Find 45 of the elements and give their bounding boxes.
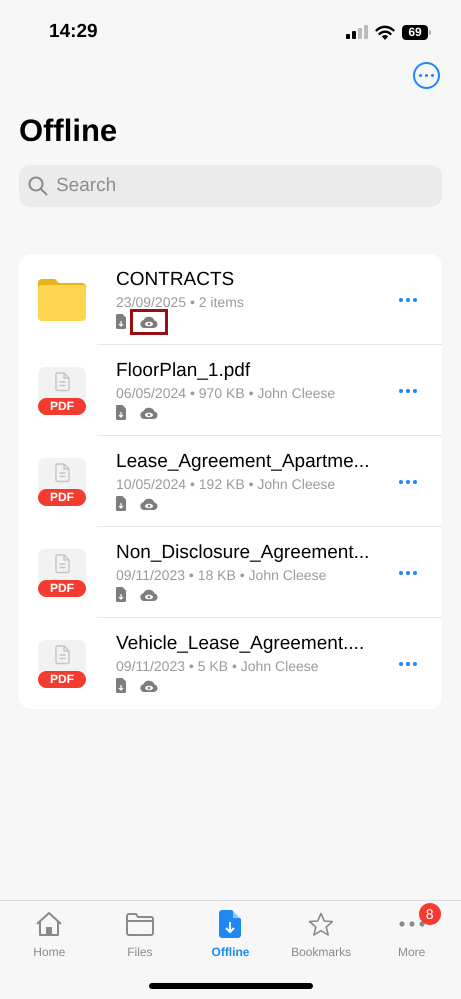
file-details: 09/11/2023 • 18 KB • John Cleese [116,566,328,584]
star-icon [308,912,334,936]
folder-icon [38,278,86,320]
tab-bar-item[interactable]: More 8 [370,903,454,961]
file-name: Non_Disclosure_Agreement... [116,540,370,564]
file-name: Lease_Agreement_Apartme... [116,450,370,474]
file-row[interactable]: PDF FloorPlan_1.pdf 06/05/2024 • 970 KB • John Cleese [19,345,442,436]
cloud-eye-icon [140,406,158,418]
wifi-icon [375,24,395,40]
file-details: 23/09/2025 • 2 items [116,292,245,312]
cloud-eye-icon [140,588,158,600]
file-name: CONTRACTS [116,268,236,292]
file-type-badge: PDF [38,398,86,414]
file-name: Vehicle_Lease_Agreement.... [116,632,366,656]
notification-badge: 8 [418,903,441,925]
status-time: 14:29 [49,20,98,44]
file-type-badge: PDF [38,670,86,688]
file-details: 09/11/2023 • 5 KB • John Cleese [116,656,320,676]
file-type-badge: PDF [38,488,86,506]
offline-file-icon [116,496,126,511]
more-icon [398,921,425,927]
cloud-eye-icon [140,680,158,692]
file-row[interactable]: PDF Non_Disclosure_Agreement... 09/11/2023 • 18 KB • John Cleese [19,527,442,618]
offline-file-icon [116,405,126,420]
file-details: 10/05/2024 • 192 KB • John Cleese [116,474,336,494]
page-title: Offline [18,112,118,150]
signal-icon [346,25,368,39]
file-details: 06/05/2024 • 970 KB • John Cleese [116,384,336,402]
home-icon [35,911,64,937]
file-name: FloorPlan_1.pdf [116,358,252,382]
file-type-badge: PDF [38,580,86,596]
file-row[interactable]: PDF Vehicle_Lease_Agreement.... 09/11/2023 • 5 KB • John Cleese [19,618,442,709]
offline-file-icon [116,587,126,602]
offline-file-icon [116,678,126,693]
search-field[interactable]: Search [19,165,442,207]
folder-icon [126,912,154,936]
cloud-eye-icon [140,498,158,510]
battery-indicator: 69 [402,24,431,40]
file-row[interactable]: PDF Lease_Agreement_Apartme... 10/05/2024 • 192 KB • John Cleese [19,436,442,527]
cloud-eye-icon [140,316,158,328]
search-icon [28,176,48,196]
offline-file-icon [116,314,126,329]
file-row[interactable]: CONTRACTS 23/09/2025 • 2 items [19,254,442,345]
more-options-button[interactable] [413,62,440,89]
offline-file-icon [219,910,242,938]
